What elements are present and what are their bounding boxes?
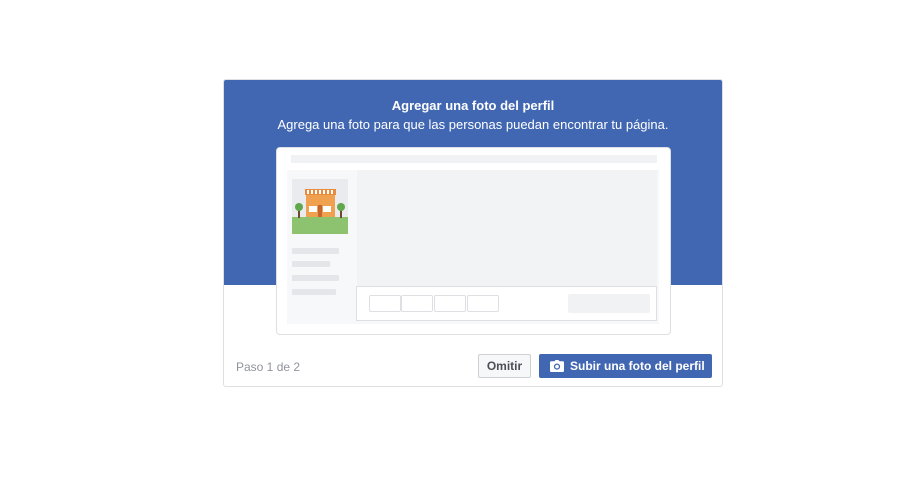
dialog-subtitle: Agrega una foto para que las personas pu… xyxy=(277,117,669,132)
preview-text-line xyxy=(292,289,336,295)
preview-tab xyxy=(434,295,466,312)
preview-tab xyxy=(401,295,433,312)
dialog-title: Agregar una foto del perfil xyxy=(391,98,555,113)
camera-icon xyxy=(550,360,564,372)
add-profile-photo-dialog: Agregar una foto del perfil Agrega una f… xyxy=(223,79,723,387)
upload-profile-photo-button[interactable]: Subir una foto del perfil xyxy=(539,354,712,378)
preview-cover xyxy=(357,170,657,286)
preview-text-line xyxy=(292,275,339,281)
preview-tab xyxy=(369,295,401,312)
preview-tab xyxy=(467,295,499,312)
storefront-icon xyxy=(292,179,348,234)
page-preview-illustration xyxy=(276,147,671,335)
preview-text-line xyxy=(292,261,330,267)
step-indicator: Paso 1 de 2 xyxy=(236,360,301,374)
upload-button-label: Subir una foto del perfil xyxy=(570,359,705,373)
preview-action-bar xyxy=(356,286,657,321)
skip-button[interactable]: Omitir xyxy=(478,354,531,378)
preview-text-line xyxy=(292,248,339,254)
preview-top-bar xyxy=(291,155,657,163)
preview-button xyxy=(568,294,650,313)
